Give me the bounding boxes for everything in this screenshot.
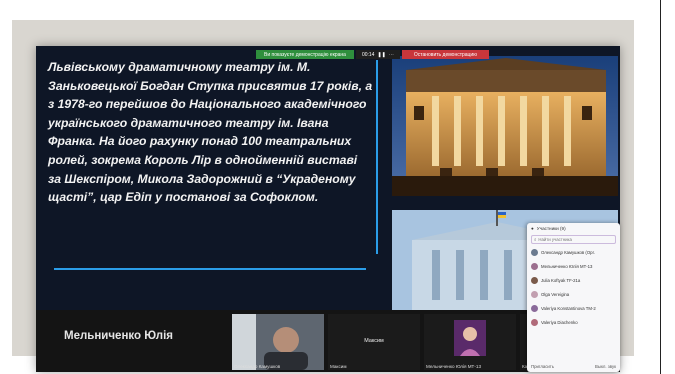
tile-name: Максим [330, 364, 347, 369]
tile-name: Олександр Камушков [234, 364, 281, 369]
pause-icon[interactable]: ❚❚ [377, 52, 385, 58]
zoom-screen: Ви показуєте демонстрацію екрана 00:14 ❚… [36, 46, 620, 372]
share-status[interactable]: Ви показуєте демонстрацію екрана [256, 50, 354, 59]
page-border-line [660, 0, 661, 374]
screen-share-bar: Ви показуєте демонстрацію екрана 00:14 ❚… [256, 50, 489, 59]
timer-text: 00:14 [361, 51, 375, 58]
mute-all-button[interactable]: Выкл. звук [595, 364, 616, 369]
search-placeholder: Найти участника [538, 237, 572, 242]
slide-accent-vertical [376, 60, 378, 254]
participant-row[interactable]: Мельниченко Юлія МТ-13 [527, 259, 620, 273]
participant-row[interactable]: Олександр Камушков (Орг. [527, 245, 620, 259]
presenter-name: Мельниченко Юлія [64, 330, 173, 342]
participant-row[interactable]: Olga Vereigina [527, 287, 620, 301]
stop-share-button[interactable]: Остановить демонстрацию [401, 50, 489, 59]
avatar [531, 304, 538, 312]
video-tile-maksym[interactable]: Максим Максим [328, 314, 420, 370]
more-icon[interactable]: ⋯ [389, 52, 394, 58]
photo-frame: Ви показуєте демонстрацію екрана 00:14 ❚… [0, 0, 675, 374]
theatre-photo-night [392, 56, 618, 196]
tile-center-name: Максим [364, 338, 384, 344]
video-tile-yulia[interactable]: Мельниченко Юлія МТ-13 [424, 314, 516, 370]
participants-icon: ● [531, 226, 534, 231]
stop-share-label: Остановить демонстрацию [413, 51, 477, 58]
participant-row[interactable]: Julia Koftyak TF-21a [527, 273, 620, 287]
participant-name: Valeriya Konstantinova TM-2 [541, 305, 596, 311]
avatar [531, 262, 538, 270]
avatar [531, 318, 538, 326]
monitor-bezel: Ви показуєте демонстрацію екрана 00:14 ❚… [12, 20, 634, 372]
share-status-text: Ви показуєте демонстрацію екрана [264, 51, 346, 58]
participants-footer: Пригласить Выкл. звук [531, 364, 616, 369]
participants-title: Участники (9) [536, 226, 566, 231]
search-icon: ⌕ [534, 237, 537, 242]
video-tile-oleksandr[interactable]: Олександр Камушков [232, 314, 324, 370]
participant-list: Олександр Камушков (Орг. Мельниченко Юлія… [527, 245, 620, 329]
participant-row[interactable]: Valeriya Diachenko [527, 315, 620, 329]
presenter-tile[interactable] [36, 314, 226, 370]
participant-search-input[interactable]: ⌕ Найти участника [531, 235, 616, 244]
share-timer: 00:14 ❚❚ ⋯ [355, 50, 400, 59]
participant-name: Олександр Камушков (Орг. [541, 249, 595, 255]
slide-text: Львівському драматичному театру ім. М. З… [48, 60, 373, 205]
participant-name: Valeriya Diachenko [541, 319, 578, 325]
participant-name: Olga Vereigina [541, 291, 570, 297]
participants-panel: ● Участники (9) ⌕ Найти участника Олекса… [527, 223, 620, 372]
avatar [531, 248, 538, 256]
avatar [531, 290, 538, 298]
tile-name: Мельниченко Юлія МТ-13 [426, 364, 482, 369]
participant-name: Julia Koftyak TF-21a [541, 277, 581, 283]
participants-header: ● Участники (9) [527, 223, 620, 234]
invite-button[interactable]: Пригласить [531, 364, 554, 369]
avatar [531, 276, 538, 284]
slide-accent-horizontal [54, 268, 366, 270]
participant-row[interactable]: Valeriya Konstantinova TM-2 [527, 301, 620, 315]
participant-name: Мельниченко Юлія МТ-13 [541, 263, 593, 269]
